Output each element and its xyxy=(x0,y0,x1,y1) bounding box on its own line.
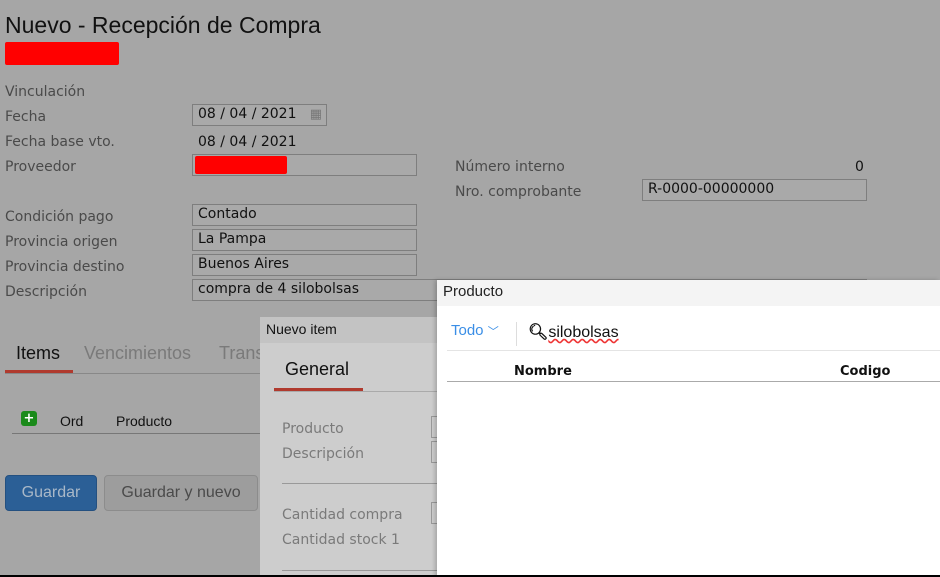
nro-comprobante-label: Nro. comprobante xyxy=(455,184,582,200)
prov-origen-input[interactable]: La Pampa xyxy=(192,229,417,251)
proveedor-input[interactable] xyxy=(192,154,417,176)
tabs-divider xyxy=(5,373,265,374)
filter-dropdown[interactable]: Todo ﹀ xyxy=(451,322,499,339)
tab-trans[interactable]: Trans xyxy=(219,343,264,364)
cantidad-stock-label: Cantidad stock 1 xyxy=(282,532,400,548)
tabs-divider xyxy=(274,391,450,392)
producto-label: Producto xyxy=(282,421,344,437)
prov-origen-label: Provincia origen xyxy=(5,234,118,250)
table-header-divider xyxy=(447,381,940,382)
save-and-new-button[interactable]: Guardar y nuevo xyxy=(104,475,258,511)
fecha-label: Fecha xyxy=(5,109,47,125)
descripcion-label: Descripción xyxy=(5,284,87,300)
table-divider xyxy=(12,433,262,434)
cantidad-compra-label: Cantidad compra xyxy=(282,507,403,523)
col-producto: Producto xyxy=(116,413,173,429)
numero-interno-label: Número interno xyxy=(455,159,565,175)
prov-destino-input[interactable]: Buenos Aires xyxy=(192,254,417,276)
producto-dialog: Producto Todo ﹀ 🔍︎silobolsas Nombre Codi… xyxy=(437,280,940,577)
tab-vencimientos[interactable]: Vencimientos xyxy=(84,343,191,364)
tab-items[interactable]: Items xyxy=(16,343,60,364)
prov-destino-label: Provincia destino xyxy=(5,259,125,275)
dialog-title: Producto xyxy=(437,280,940,306)
divider xyxy=(447,350,940,351)
calendar-icon[interactable]: ▦ xyxy=(310,107,322,122)
nuevo-item-dialog: Nuevo item General Producto Descripción … xyxy=(260,317,450,577)
chevron-down-icon: ﹀ xyxy=(487,326,499,338)
redacted-block xyxy=(195,156,287,174)
condicion-label: Condición pago xyxy=(5,209,114,225)
fecha-base-label: Fecha base vto. xyxy=(5,134,115,150)
condicion-input[interactable]: Contado xyxy=(192,204,417,226)
search-value: silobolsas xyxy=(548,324,619,341)
add-item-icon[interactable]: + xyxy=(21,411,37,426)
col-ord: Ord xyxy=(60,413,84,429)
divider xyxy=(282,570,450,571)
col-codigo[interactable]: Codigo xyxy=(840,364,890,379)
dialog-title: Nuevo item xyxy=(260,317,450,343)
fecha-base-value: 08 / 04 / 2021 xyxy=(198,134,297,150)
separator xyxy=(516,322,517,346)
col-nombre[interactable]: Nombre xyxy=(514,364,572,379)
proveedor-label: Proveedor xyxy=(5,159,76,175)
redacted-block xyxy=(5,42,119,65)
save-button[interactable]: Guardar xyxy=(5,475,97,511)
search-input[interactable]: 🔍︎silobolsas xyxy=(528,322,619,342)
page-title: Nuevo - Recepción de Compra xyxy=(5,12,321,38)
descripcion-label: Descripción xyxy=(282,446,364,462)
nro-comprobante-input[interactable]: R-0000-00000000 xyxy=(642,179,867,201)
numero-interno-value: 0 xyxy=(855,159,864,175)
search-icon: 🔍︎ xyxy=(528,324,549,341)
tab-general[interactable]: General xyxy=(285,359,349,380)
filter-label: Todo xyxy=(451,322,484,339)
divider xyxy=(282,483,450,484)
fecha-input[interactable]: 08 / 04 / 2021 ▦ xyxy=(192,104,327,126)
vinculacion-label: Vinculación xyxy=(5,84,86,100)
